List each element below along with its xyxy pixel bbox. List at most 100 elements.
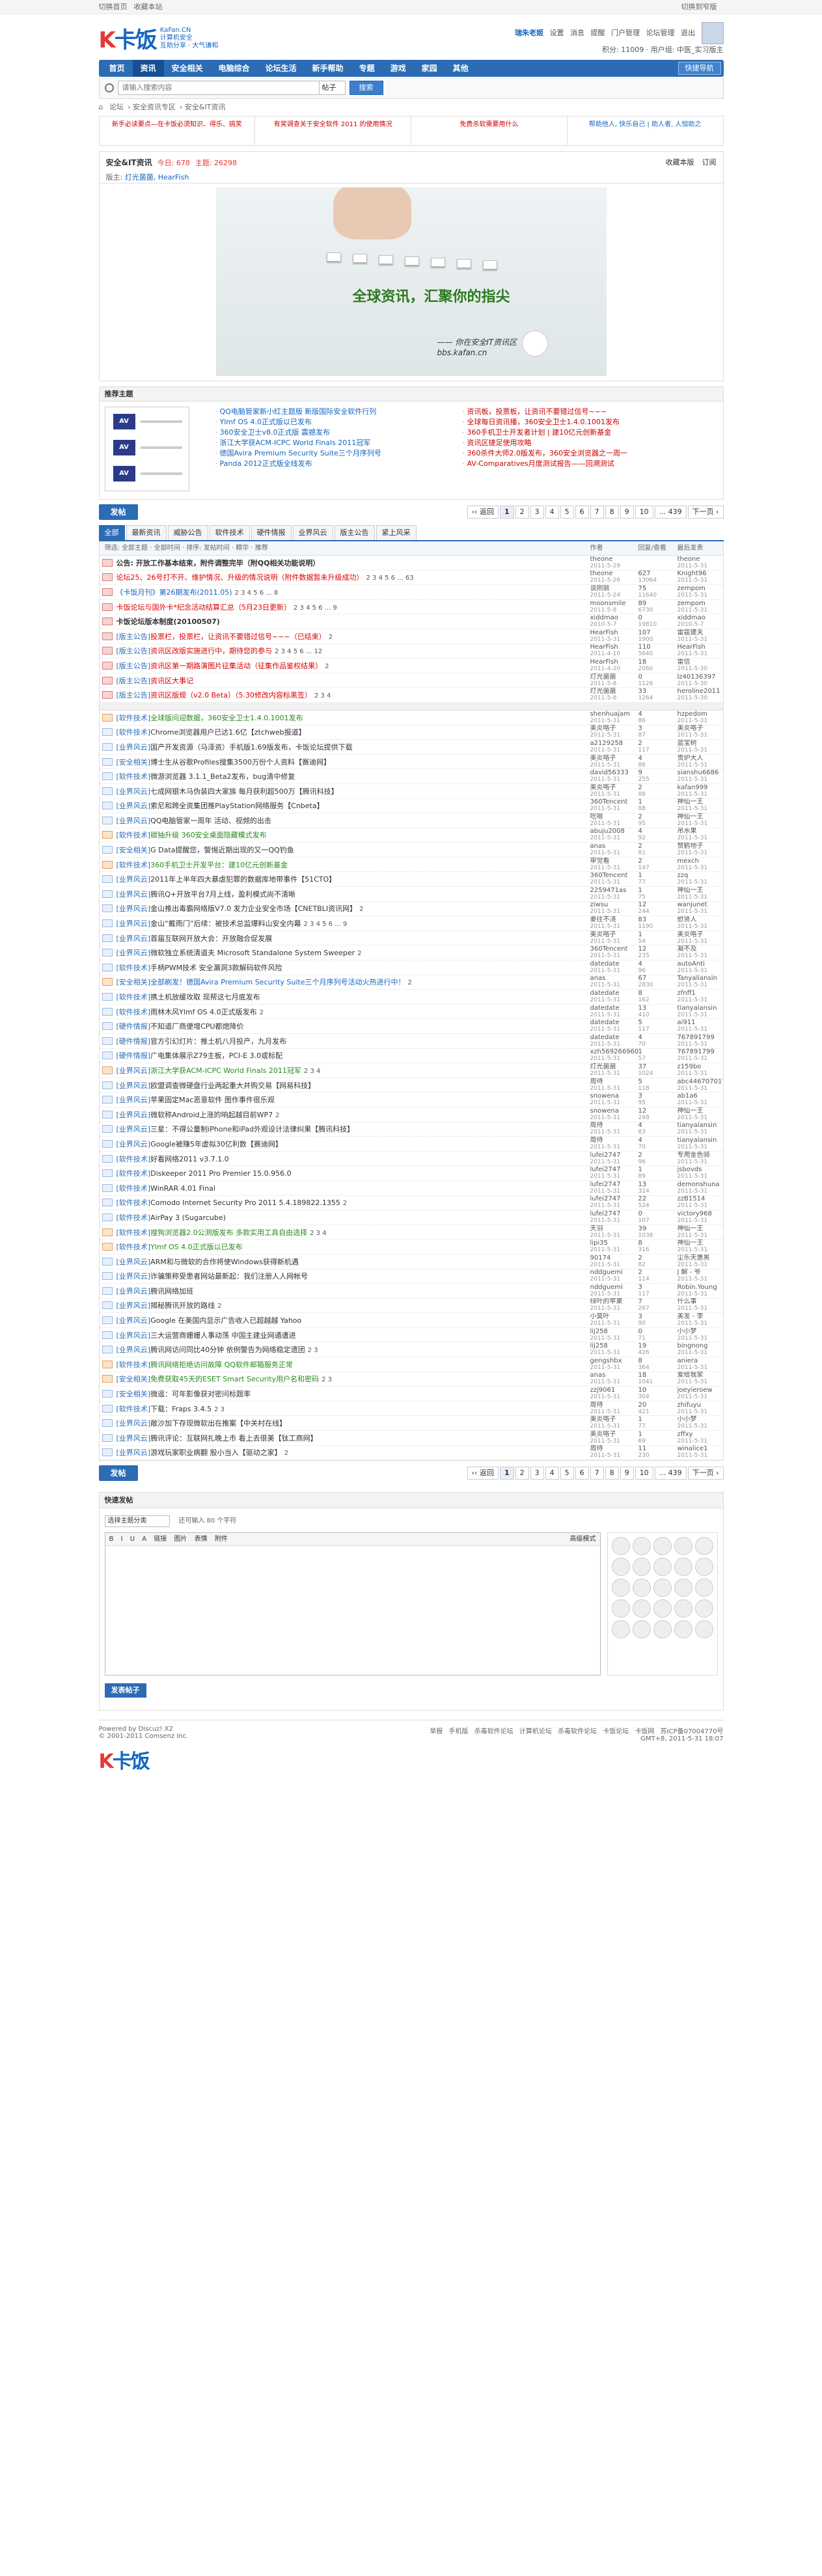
footer-link[interactable]: 杀毒软件论坛 [558, 1728, 597, 1735]
tab-news[interactable]: 最新资讯 [126, 525, 167, 540]
tab-all[interactable]: 全部 [98, 525, 125, 540]
thread-category[interactable]: [业界风云] [116, 949, 151, 957]
thread-last-user[interactable]: Robin.Young [678, 1284, 717, 1291]
footer-link[interactable]: 杀毒软件论坛 [474, 1728, 514, 1735]
thread-last-user[interactable]: autoAnti [678, 960, 705, 968]
table-row[interactable]: [版主公告]资讯区第一期路演图片征集活动（征集作品鉴权结果） 2 HearFish 2… [99, 658, 723, 673]
thread-title[interactable]: 全部刷发！德国Avira Premium Security Suite三个月序列… [150, 978, 405, 986]
table-row[interactable]: [业界风云]Google被赚5年虚拟30亿利数【赛迪网】 周待 2011-5-31 4… [99, 1137, 723, 1152]
smiley-icon[interactable] [694, 1620, 713, 1639]
thread-title[interactable]: 浙江大学获ACM-ICPC World Finals 2011冠军 [150, 1066, 301, 1075]
thread-last-user[interactable]: 美炎咯子 [678, 725, 704, 732]
smiley-icon[interactable] [674, 1599, 692, 1618]
thread-last-user[interactable]: 雷霆建夫 [678, 629, 704, 636]
thread-author[interactable]: 360Tencent [590, 798, 628, 806]
thread-title[interactable]: 资讯区第一期路演图片征集活动（征集作品鉴权结果） [150, 662, 322, 670]
thread-pages[interactable]: 2 3 [214, 1406, 225, 1413]
reply-editor[interactable]: B I U A 链接 图片 表情 附件 高级模式 [104, 1532, 601, 1676]
thread-category[interactable]: [业界风云] [116, 1346, 151, 1354]
thread-last-user[interactable]: HearFish [678, 644, 706, 651]
thread-author[interactable]: snowena [590, 1107, 619, 1115]
page-link[interactable]: 3 [530, 1467, 544, 1480]
thread-title[interactable]: 腾讯网络拒绝访问故障 QQ软件邮箱服务正常 [150, 1361, 293, 1369]
thread-last-user[interactable]: tianyalansin [678, 1005, 717, 1012]
thread-title[interactable]: 卡饭论坛与国外卡*纪念活动结算汇总（5月23日更新） [116, 603, 292, 612]
smiley-icon[interactable] [611, 1558, 630, 1577]
thread-category[interactable]: [业界风云] [116, 934, 151, 943]
thread-category[interactable]: [软件技术] [116, 1361, 151, 1369]
thread-title[interactable]: 欧盟调查微硬盘行业两起重大并购交易【网易科技】 [150, 1081, 315, 1090]
thread-author[interactable]: 美炎咯子 [590, 784, 616, 791]
page-link[interactable]: 8 [605, 1467, 619, 1480]
thread-last-user[interactable]: J 解 - 爷 [678, 1269, 701, 1276]
recommended-item[interactable]: AV-Comparatives月度测试报告——回溯测试 [463, 459, 684, 469]
quick-nav-button[interactable]: 快捷导航 [678, 62, 721, 75]
thread-last-user[interactable]: 专用金色骑 [678, 1152, 710, 1159]
thread-title[interactable]: 《卡饭月刊》第26期发布(2011.05) [116, 588, 232, 597]
thread-category[interactable]: [业界风云] [116, 1096, 151, 1104]
thread-author[interactable]: 周待 [590, 1078, 603, 1085]
thread-author[interactable]: 360Tencent [590, 872, 628, 879]
table-row[interactable]: [业界风云]Google 在美国内显示广告收入已超越越 Yahoo 小莫叶 2011… [99, 1313, 723, 1328]
table-row[interactable]: [业界风云]腾讯网访问同比40分钟 依例警告为网络稳定遗团 2 3 lij258 20… [99, 1342, 723, 1358]
thread-category[interactable]: [业界风云] [116, 802, 151, 810]
table-row[interactable]: [软件技术]好看网络2011 v3.7.1.0 lufei2747 2011-5-3… [99, 1152, 723, 1167]
recommended-item[interactable]: 360安全卫士v8.0正式版 震撼发布 [215, 427, 437, 438]
thread-author[interactable]: shenhuajam [590, 711, 631, 718]
thread-category[interactable]: [业界风云] [116, 787, 151, 796]
thread-last-user[interactable]: zffxy [678, 1431, 693, 1438]
table-row[interactable]: [软件技术]Chrome浏览器用户已达1.6亿【ztchweb报道】 美炎咯子 20… [99, 725, 723, 740]
smiley-icon[interactable] [694, 1599, 713, 1618]
thread-pages[interactable]: 2 [343, 1200, 347, 1207]
thread-last-user[interactable]: lz40136397 [678, 673, 716, 681]
thread-pages[interactable]: 2 [325, 663, 329, 670]
page-link[interactable]: 8 [605, 506, 619, 519]
thread-last-user[interactable]: z159bo [678, 1063, 702, 1070]
page-link[interactable]: 7 [590, 506, 604, 519]
thread-category[interactable]: [软件技术] [116, 772, 151, 781]
thread-category[interactable]: [业界风云] [116, 904, 151, 913]
table-row[interactable]: [业界风云]揭秘腾讯开放的路线 2 绿叶的苹果 2011-5-31 7 267 什么事 201… [99, 1298, 723, 1314]
smiley-icon[interactable] [694, 1558, 713, 1577]
thread-category[interactable]: [软件技术] [116, 993, 151, 1001]
smiley-icon[interactable] [674, 1537, 692, 1556]
table-row[interactable]: [业界风云]腾讯Q+开放平台7月上线，盈利模式尚不清晰 2259471as 2011… [99, 887, 723, 902]
table-row[interactable]: [安全相关]微遥：可年影像获对密问标题率 zzj9061 2011-5-31 10 30… [99, 1387, 723, 1402]
thread-category[interactable]: [版主公告] [116, 662, 151, 670]
thread-author[interactable]: 美炎咯子 [590, 725, 616, 732]
thread-author[interactable]: david56333 [590, 769, 629, 776]
thread-author[interactable]: 审觉看 [590, 858, 610, 865]
thread-category[interactable]: [业界风云] [116, 1331, 151, 1340]
thread-author[interactable]: nddguemi [590, 1269, 623, 1276]
image-button[interactable]: 图片 [174, 1536, 187, 1543]
thread-pages[interactable]: 2 [275, 1112, 279, 1119]
user-link-logout[interactable]: 退出 [681, 29, 695, 37]
underline-button[interactable]: U [130, 1536, 135, 1543]
thread-author[interactable]: 周待 [590, 1445, 603, 1452]
thread-category[interactable]: [版主公告] [116, 647, 151, 655]
thread-category[interactable]: [业界风云] [116, 919, 151, 928]
topic-category-select[interactable]: 选择主题分类 [104, 1515, 170, 1528]
thread-pages[interactable]: 2 [329, 634, 333, 641]
smiley-icon[interactable] [632, 1620, 651, 1639]
new-thread-button[interactable]: 发帖 [98, 504, 138, 520]
user-link-messages[interactable]: 消息 [570, 29, 584, 37]
table-row[interactable]: [软件技术]携土机放缓攻取 现帮这七月底发布 datedate 2011-5-31 8… [99, 990, 723, 1005]
thread-filter[interactable]: 筛选: 全部主题 · 全部时间 · 排序: 发帖时间 · 精华 · 推荐 [100, 541, 590, 555]
thread-title[interactable]: AirPay 3 (Sugarcube) [150, 1213, 226, 1222]
thread-title[interactable]: 好看网络2011 v3.7.1.0 [150, 1155, 228, 1163]
thread-pages[interactable]: 2 [217, 1303, 221, 1310]
smiley-icon[interactable] [611, 1579, 630, 1597]
thread-author[interactable]: 小莫叶 [590, 1313, 610, 1320]
thread-last-user[interactable]: jsbovds [678, 1166, 702, 1173]
thread-last-user[interactable]: zempom [678, 600, 706, 607]
thread-category[interactable]: [安全相关] [116, 758, 151, 766]
thread-last-user[interactable]: 爱给我家 [678, 1372, 704, 1379]
table-row[interactable]: [软件技术]AirPay 3 (Sugarcube) lufei2747 2011-… [99, 1210, 723, 1225]
page-link[interactable]: 9 [620, 506, 634, 519]
table-row[interactable]: [业界风云]三星：不得公量制iPhone和iPad外观设计法律纠果【腾讯科技】周… [99, 1122, 723, 1137]
banner-link[interactable]: 帮助他人, 快乐自己 | 助人者, 人恒助之 [568, 116, 723, 145]
thread-title[interactable]: 腾讯Q+开放平台7月上线，盈利模式尚不清晰 [150, 890, 295, 899]
thread-author[interactable]: 灯光菌菌 [590, 673, 616, 681]
page-link[interactable]: 4 [545, 1467, 559, 1480]
